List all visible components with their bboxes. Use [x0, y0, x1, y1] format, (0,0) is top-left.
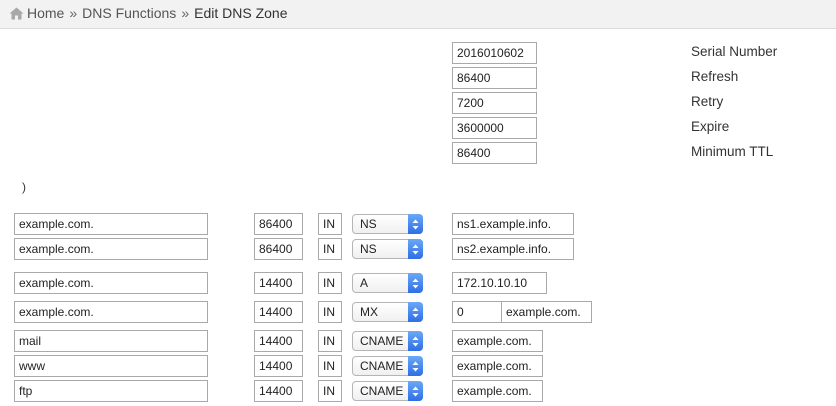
- expire-input[interactable]: [452, 117, 537, 139]
- record-ttl-input[interactable]: [254, 330, 303, 352]
- record-type-select[interactable]: NS: [352, 214, 423, 234]
- record-name-input[interactable]: [14, 355, 208, 377]
- record-name-input[interactable]: [14, 213, 208, 235]
- record-type-select[interactable]: A: [352, 273, 423, 293]
- select-arrows-icon: [408, 381, 423, 401]
- record-ttl-input[interactable]: [254, 380, 303, 402]
- select-arrows-icon: [408, 214, 423, 234]
- record-class-input[interactable]: [318, 272, 342, 294]
- record-ttl-input[interactable]: [254, 213, 303, 235]
- serial-number-label: Serial Number: [691, 44, 778, 59]
- record-value-input[interactable]: [501, 301, 592, 323]
- record-type-select[interactable]: NS: [352, 239, 423, 259]
- record-value-input[interactable]: [452, 380, 543, 402]
- record-ttl-input[interactable]: [254, 355, 303, 377]
- home-icon: [9, 7, 24, 19]
- record-ttl-input[interactable]: [254, 238, 303, 260]
- refresh-input[interactable]: [452, 67, 537, 89]
- retry-label: Retry: [691, 94, 724, 109]
- record-type-select[interactable]: CNAME: [352, 356, 423, 376]
- breadcrumb-separator: »: [181, 5, 190, 21]
- serial-number-input[interactable]: [452, 42, 537, 64]
- select-arrows-icon: [408, 331, 423, 351]
- retry-input[interactable]: [452, 92, 537, 114]
- record-name-input[interactable]: [14, 380, 208, 402]
- record-type-select[interactable]: MX: [352, 302, 423, 322]
- record-type-value: NS: [360, 242, 377, 256]
- minimum-ttl-input[interactable]: [452, 142, 537, 164]
- breadcrumb-home-link[interactable]: Home: [27, 0, 64, 26]
- record-name-input[interactable]: [14, 330, 208, 352]
- record-class-input[interactable]: [318, 238, 342, 260]
- record-class-input[interactable]: [318, 301, 342, 323]
- record-value-input[interactable]: [452, 272, 547, 294]
- select-arrows-icon: [408, 239, 423, 259]
- select-arrows-icon: [408, 302, 423, 322]
- record-class-input[interactable]: [318, 380, 342, 402]
- select-arrows-icon: [408, 356, 423, 376]
- record-class-input[interactable]: [318, 355, 342, 377]
- record-value-input[interactable]: [452, 238, 574, 260]
- breadcrumb-separator: »: [69, 5, 78, 21]
- select-arrows-icon: [408, 273, 423, 293]
- record-name-input[interactable]: [14, 238, 208, 260]
- record-value-input[interactable]: [452, 330, 543, 352]
- breadcrumb: Home » DNS Functions » Edit DNS Zone: [0, 0, 836, 29]
- record-ttl-input[interactable]: [254, 301, 303, 323]
- record-type-value: A: [360, 276, 369, 290]
- record-name-input[interactable]: [14, 301, 208, 323]
- record-type-value: CNAME: [360, 359, 404, 373]
- record-type-value: NS: [360, 217, 377, 231]
- breadcrumb-dns-functions-link[interactable]: DNS Functions: [82, 0, 176, 26]
- record-type-value: CNAME: [360, 384, 404, 398]
- record-value-input[interactable]: [452, 355, 543, 377]
- record-type-value: CNAME: [360, 334, 404, 348]
- record-ttl-input[interactable]: [254, 272, 303, 294]
- record-value-input[interactable]: [452, 213, 574, 235]
- record-type-select[interactable]: CNAME: [352, 331, 423, 351]
- expire-label: Expire: [691, 119, 730, 134]
- record-class-input[interactable]: [318, 213, 342, 235]
- breadcrumb-current-page: Edit DNS Zone: [194, 5, 288, 21]
- record-type-select[interactable]: CNAME: [352, 381, 423, 401]
- record-type-value: MX: [360, 305, 378, 319]
- record-name-input[interactable]: [14, 272, 208, 294]
- soa-closing-paren: ): [22, 180, 26, 194]
- record-class-input[interactable]: [318, 330, 342, 352]
- minimum-ttl-label: Minimum TTL: [691, 144, 774, 159]
- refresh-label: Refresh: [691, 69, 739, 84]
- record-priority-input[interactable]: [452, 301, 502, 323]
